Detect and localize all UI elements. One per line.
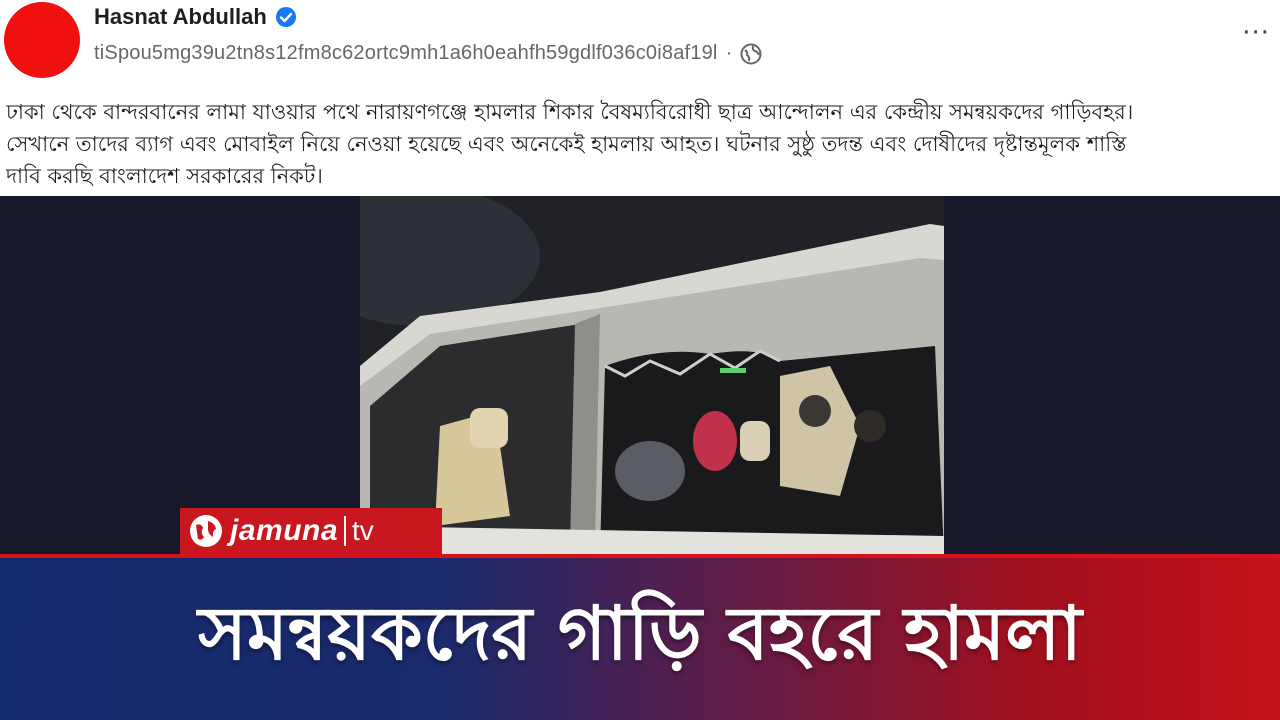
post-body-line: ঢাকা থেকে বান্দরবানের লামা যাওয়ার পথে ন… — [6, 100, 1134, 124]
logo-suffix: tv — [352, 515, 374, 546]
author-name-row: Hasnat Abdullah — [94, 4, 297, 30]
post-body: ঢাকা থেকে বান্দরবানের লামা যাওয়ার পথে ন… — [6, 96, 1278, 192]
meta-separator: · — [725, 42, 733, 64]
headline-band: সমন্বয়কদের গাড়ি বহরে হামলা — [0, 558, 1280, 720]
logo-globe-icon — [188, 513, 224, 549]
author-name[interactable]: Hasnat Abdullah — [94, 4, 267, 30]
globe-icon — [740, 43, 762, 65]
post-meta: tiSpou5mg39u2tn8s12fm8c62ortc9mh1a6h0eah… — [94, 42, 762, 65]
verified-badge-icon — [275, 6, 297, 28]
headline-text: সমন্বয়কদের গাড়ি বহরে হামলা — [198, 590, 1082, 677]
post-body-line: সেখানে তাদের ব্যাগ এবং মোবাইল নিয়ে নেওয… — [6, 132, 1127, 156]
more-options-icon[interactable]: ··· — [1242, 18, 1270, 48]
author-avatar[interactable] — [4, 2, 80, 78]
vehicle-photo — [360, 196, 944, 554]
facebook-post: Hasnat Abdullah tiSpou5mg39u2tn8s12fm8c6… — [0, 0, 1280, 196]
logo-name: jamuna — [230, 514, 339, 547]
channel-logo: jamuna tv — [180, 508, 442, 554]
post-body-line: দাবি করছি বাংলাদেশ সরকারের নিকট। — [6, 164, 323, 188]
post-meta-text[interactable]: tiSpou5mg39u2tn8s12fm8c62ortc9mh1a6h0eah… — [94, 42, 718, 65]
logo-separator — [344, 516, 347, 546]
